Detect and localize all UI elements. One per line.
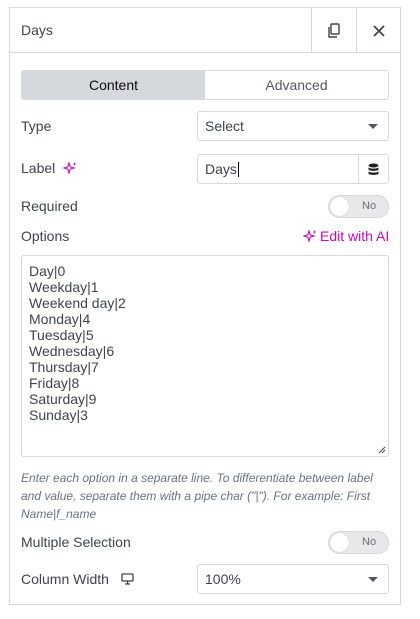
panel-tabs: Content Advanced: [21, 70, 389, 100]
column-width-label: Column Width: [21, 571, 109, 587]
duplicate-icon: [328, 22, 340, 38]
tab-advanced[interactable]: Advanced: [205, 71, 388, 99]
required-label: Required: [21, 198, 78, 214]
multiple-selection-toggle[interactable]: No: [328, 531, 389, 554]
close-button[interactable]: [356, 8, 401, 53]
option-line: Wednesday|6: [29, 343, 115, 359]
options-label: Options: [21, 228, 70, 244]
option-line: Sunday|3: [29, 407, 88, 423]
toggle-knob: [330, 197, 349, 216]
close-icon: [373, 24, 385, 37]
sparkle-icon[interactable]: [63, 161, 77, 175]
type-label: Type: [21, 118, 52, 134]
edit-with-ai-button[interactable]: Edit with AI: [303, 228, 389, 244]
options-textarea[interactable]: Day|0 Weekday|1 Weekend day|2 Monday|4 T…: [21, 255, 389, 457]
option-line: Thursday|7: [29, 359, 99, 375]
field-settings-panel: Days Content Advanced Type Select Label: [9, 7, 401, 605]
option-line: Monday|4: [29, 311, 91, 327]
required-toggle-text: No: [362, 200, 377, 212]
label-input-value: Days: [205, 161, 237, 177]
edit-with-ai-label: Edit with AI: [320, 228, 390, 244]
multiple-selection-toggle-text: No: [362, 536, 377, 548]
dynamic-tags-button[interactable]: [358, 155, 388, 183]
panel-title: Days: [21, 22, 53, 38]
text-cursor: [237, 161, 239, 177]
panel-header: Days: [10, 8, 400, 53]
database-icon: [368, 163, 379, 175]
type-select-value: Select: [205, 118, 244, 134]
label-field[interactable]: Days: [197, 154, 389, 184]
label-input-area[interactable]: Days: [198, 155, 358, 183]
resize-handle-icon[interactable]: [377, 445, 386, 454]
sparkle-icon: [303, 229, 317, 243]
tab-content[interactable]: Content: [22, 71, 205, 99]
column-width-select[interactable]: 100%: [197, 564, 389, 594]
label-label: Label: [21, 160, 56, 176]
toggle-knob: [330, 533, 349, 552]
chevron-down-icon: [368, 124, 378, 129]
option-line: Friday|8: [29, 375, 80, 391]
options-help-text: Enter each option in a separate line. To…: [21, 471, 373, 521]
option-line: Day|0: [29, 263, 66, 279]
column-width-value: 100%: [205, 571, 241, 587]
desktop-icon[interactable]: [121, 573, 134, 585]
type-select[interactable]: Select: [197, 111, 389, 141]
label-row-label: Label: [21, 160, 77, 176]
required-toggle[interactable]: No: [328, 195, 389, 218]
option-line: Weekday|1: [29, 279, 99, 295]
column-width-row-label: Column Width: [21, 571, 134, 587]
option-line: Tuesday|5: [29, 327, 94, 343]
duplicate-button[interactable]: [311, 8, 356, 53]
option-line: Weekend day|2: [29, 295, 126, 311]
chevron-down-icon: [368, 577, 378, 582]
option-line: Saturday|9: [29, 391, 97, 407]
multiple-selection-label: Multiple Selection: [21, 534, 131, 550]
